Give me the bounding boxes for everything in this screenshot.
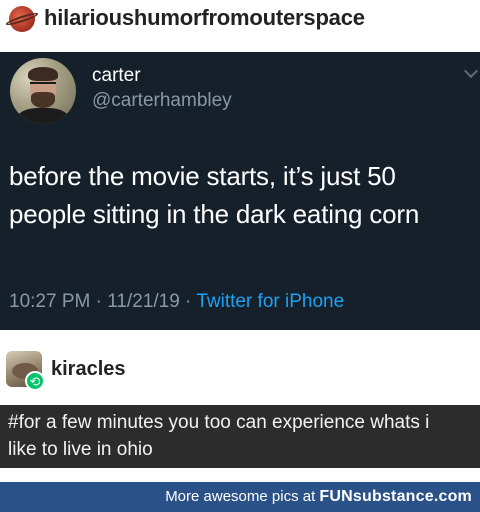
tweet-text: before the movie starts, it’s just 50 pe… (9, 157, 479, 233)
tweet-text-line: people sitting in the dark eating corn (9, 199, 420, 229)
post-header: hilarioushumorfromouterspace (0, 0, 480, 52)
tweet-timestamp: 10:27 PM · 11/21/19 · Twitter for iPhone (9, 291, 344, 313)
tag-line[interactable]: like to live in ohio (8, 436, 480, 463)
footer-banner: More awesome pics at FUNsubstance.com (0, 482, 480, 512)
tweet-author-name[interactable]: carter (92, 65, 141, 87)
tweet-time: 10:27 PM · 11/21/19 · (9, 291, 197, 312)
chevron-down-icon[interactable] (463, 63, 479, 79)
tweet-card: carter @carterhambley before the movie s… (0, 52, 480, 330)
footer-caption: More awesome pics at (165, 488, 320, 505)
footer-text: More awesome pics at FUNsubstance.com (165, 488, 472, 506)
tag-line[interactable]: #for a few minutes you too can experienc… (8, 409, 480, 436)
footer-brand-link[interactable]: FUNsubstance.com (319, 488, 472, 505)
post-username[interactable]: hilarioushumorfromouterspace (44, 5, 365, 31)
planet-icon[interactable] (4, 6, 40, 32)
tweet-author-handle[interactable]: @carterhambley (92, 90, 232, 112)
tweet-source-link[interactable]: Twitter for iPhone (196, 291, 344, 312)
tag-box: #for a few minutes you too can experienc… (0, 405, 480, 468)
reblog-icon: ⟲ (25, 371, 45, 391)
tag-text: #for a few minutes you too can experienc… (8, 409, 480, 463)
reblog-username[interactable]: kiracles (51, 358, 126, 381)
tweet-text-line: before the movie starts, it’s just 50 (9, 161, 396, 191)
avatar[interactable] (10, 58, 76, 124)
